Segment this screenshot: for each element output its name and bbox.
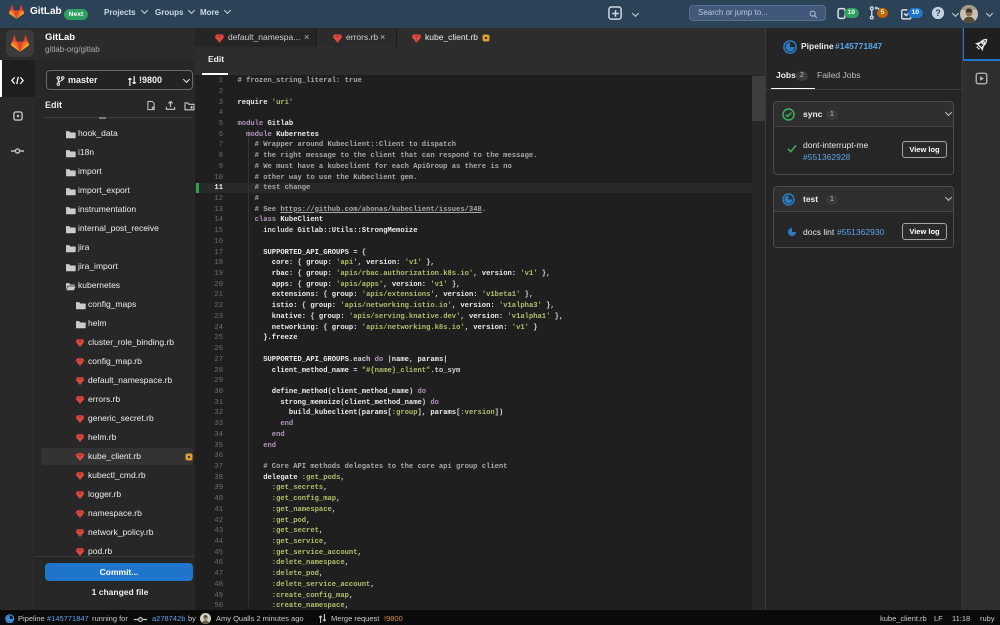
svg-text:?: ? xyxy=(935,8,940,18)
